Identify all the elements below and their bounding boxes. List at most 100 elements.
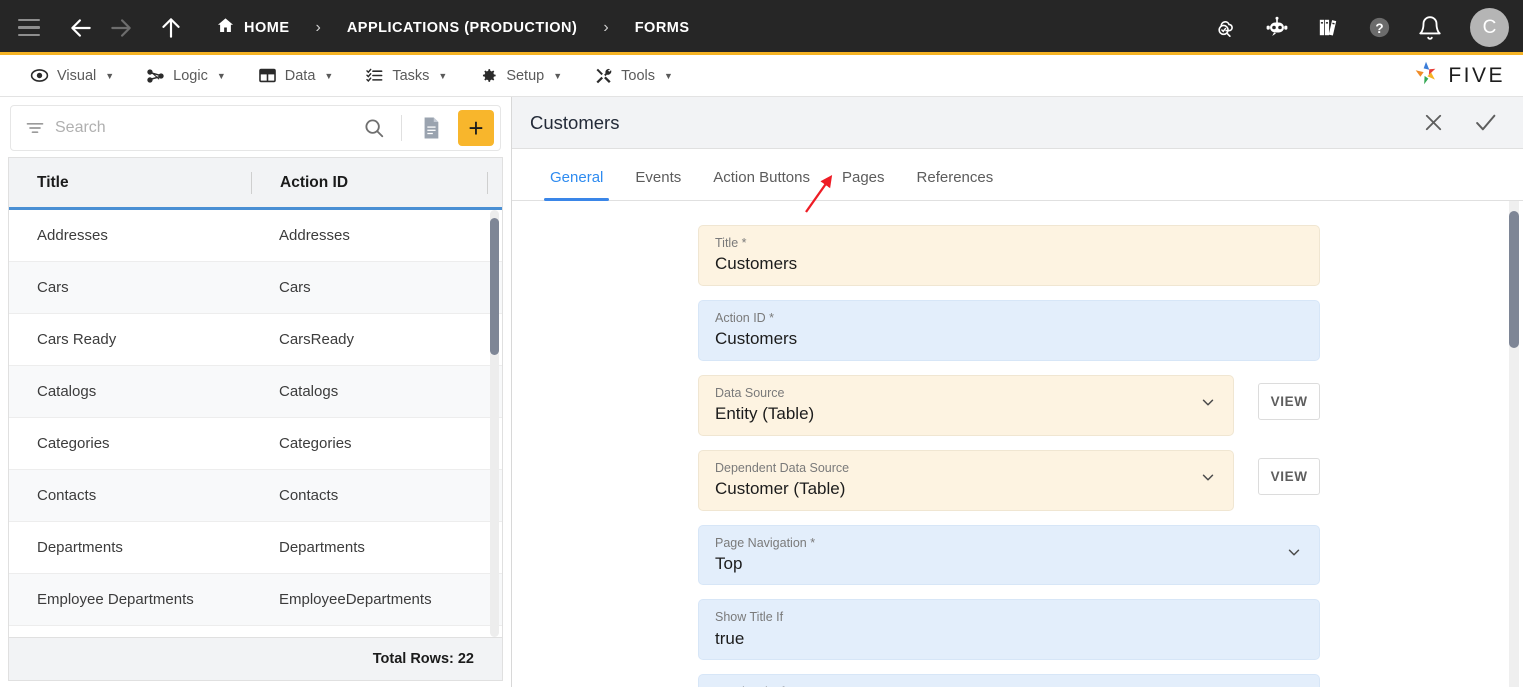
- cell-action-id: CarsReady: [279, 331, 355, 348]
- chevron-down-icon: ▼: [664, 70, 673, 81]
- table-row[interactable]: Employee Departments EmployeeDepartments: [9, 574, 502, 626]
- cell-title: Employee Departments: [37, 591, 194, 608]
- breadcrumb-item-forms[interactable]: FORMS: [635, 20, 690, 36]
- field-value: Entity (Table): [715, 404, 815, 424]
- search-box: +: [10, 105, 501, 151]
- help-icon[interactable]: ?: [1364, 13, 1394, 43]
- close-icon[interactable]: [1419, 109, 1447, 137]
- chevron-down-icon[interactable]: [1199, 469, 1217, 492]
- cloud-check-icon[interactable]: [1211, 13, 1241, 43]
- detail-header-actions: [1419, 109, 1499, 137]
- toolbar-divider: [401, 115, 402, 141]
- field-action-id[interactable]: Action ID * Customers: [698, 299, 1320, 361]
- eye-icon: [30, 66, 49, 85]
- brand-logo: FIVE: [1411, 58, 1505, 93]
- tools-icon: [594, 66, 613, 85]
- table-body: Addresses Addresses Cars Cars Cars Ready…: [9, 210, 502, 637]
- field-page-navigation[interactable]: Page Navigation * Top: [698, 524, 1320, 586]
- field-row-action-id: Action ID * Customers: [698, 299, 1320, 361]
- form-scrollbar-thumb[interactable]: [1509, 211, 1519, 348]
- filter-icon[interactable]: [25, 118, 45, 138]
- brand-name: FIVE: [1448, 63, 1505, 87]
- table-row[interactable]: Departments Departments: [9, 522, 502, 574]
- column-header-action-id[interactable]: Action ID: [252, 158, 487, 207]
- cell-title: Cars Ready: [37, 331, 117, 348]
- column-header-title[interactable]: Title: [9, 158, 251, 207]
- menu-item-setup[interactable]: Setup ▼: [463, 55, 578, 96]
- breadcrumb-item-home[interactable]: HOME: [216, 16, 290, 39]
- view-button-data-source[interactable]: VIEW: [1258, 382, 1320, 420]
- topbar-actions: ? C: [1211, 8, 1509, 47]
- table-row[interactable]: Categories Categories: [9, 418, 502, 470]
- search-icon[interactable]: [361, 115, 387, 141]
- menu-item-tools[interactable]: Tools ▼: [578, 55, 689, 96]
- field-row-dependent-data-source: Dependent Data Source Customer (Table) V…: [698, 449, 1320, 511]
- add-button[interactable]: +: [458, 110, 494, 146]
- table-row[interactable]: Contacts Contacts: [9, 470, 502, 522]
- field-dependent-data-source[interactable]: Dependent Data Source Customer (Table): [698, 449, 1235, 511]
- tab-references[interactable]: References: [901, 169, 1010, 200]
- chevron-down-icon: ▼: [216, 70, 226, 81]
- breadcrumb-separator: ›: [603, 18, 609, 36]
- menu-label-setup: Setup: [506, 67, 545, 84]
- field-show-title-if[interactable]: Show Title If true: [698, 599, 1320, 661]
- document-icon[interactable]: [416, 113, 446, 143]
- tab-general[interactable]: General: [534, 169, 619, 201]
- sidebar-scrollbar-thumb[interactable]: [490, 218, 499, 355]
- breadcrumb: HOME › APPLICATIONS (PRODUCTION) › FORMS: [216, 16, 690, 39]
- hamburger-menu-icon[interactable]: [18, 19, 40, 36]
- table-header-row: Title Action ID: [9, 158, 502, 210]
- arrow-left-icon[interactable]: [64, 11, 98, 45]
- menu-item-tasks[interactable]: Tasks ▼: [349, 55, 463, 96]
- table-row[interactable]: Addresses Addresses: [9, 210, 502, 262]
- arrow-up-icon[interactable]: [154, 11, 188, 45]
- field-value: Top: [715, 553, 743, 573]
- check-icon[interactable]: [1471, 109, 1499, 137]
- bell-icon[interactable]: [1415, 13, 1445, 43]
- field-read-only-if[interactable]: Read Only If false: [698, 674, 1320, 687]
- view-button-dependent-data-source[interactable]: VIEW: [1258, 457, 1320, 495]
- five-star-icon: [1411, 58, 1441, 93]
- chevron-down-icon[interactable]: [1285, 544, 1303, 567]
- field-title[interactable]: Title * Customers: [698, 225, 1320, 286]
- tab-action-buttons[interactable]: Action Buttons: [697, 169, 826, 200]
- field-label: Page Navigation *: [715, 535, 816, 550]
- menu-item-visual[interactable]: Visual ▼: [14, 55, 130, 96]
- chevron-down-icon[interactable]: [1199, 394, 1217, 417]
- cell-title: Departments: [37, 539, 123, 556]
- menu-label-tasks: Tasks: [392, 67, 430, 84]
- detail-tabs: General Events Action Buttons Pages Refe…: [512, 149, 1523, 201]
- records-table: Title Action ID Addresses Addresses Cars…: [8, 157, 503, 637]
- breadcrumb-label-forms: FORMS: [634, 19, 690, 36]
- breadcrumb-label-applications: APPLICATIONS (PRODUCTION): [346, 19, 578, 36]
- field-value: Customers: [715, 254, 798, 274]
- menu-item-data[interactable]: Data ▼: [242, 55, 350, 96]
- table-row[interactable]: Catalogs Catalogs: [9, 366, 502, 418]
- menu-item-logic[interactable]: Logic ▼: [130, 55, 242, 96]
- tab-events[interactable]: Events: [619, 169, 697, 200]
- cell-action-id: Categories: [279, 435, 352, 452]
- chevron-down-icon: ▼: [105, 70, 115, 81]
- main-menu-bar: Visual ▼ Logic ▼ Data ▼ Tasks ▼ Setup ▼ …: [0, 55, 1523, 97]
- robot-chat-icon[interactable]: [1262, 13, 1292, 43]
- menu-label-visual: Visual: [57, 67, 97, 84]
- node-graph-icon: [146, 66, 165, 85]
- form-area: Title * Customers Action ID * Customers …: [512, 201, 1523, 687]
- books-icon[interactable]: [1313, 13, 1343, 43]
- search-input[interactable]: [55, 119, 351, 137]
- field-label: Dependent Data Source: [715, 460, 850, 475]
- field-label: Show Title If: [715, 610, 784, 625]
- arrow-right-icon[interactable]: [104, 11, 138, 45]
- table-grid-icon: [258, 66, 277, 85]
- table-row[interactable]: Cars Ready CarsReady: [9, 314, 502, 366]
- cell-action-id: EmployeeDepartments: [279, 591, 432, 608]
- user-avatar[interactable]: C: [1470, 8, 1509, 47]
- breadcrumb-item-applications[interactable]: APPLICATIONS (PRODUCTION): [347, 20, 578, 36]
- field-data-source[interactable]: Data Source Entity (Table): [698, 374, 1235, 436]
- menu-label-tools: Tools: [621, 67, 655, 84]
- field-value: true: [715, 628, 745, 648]
- field-label: Title *: [715, 236, 747, 250]
- table-row[interactable]: Cars Cars: [9, 262, 502, 314]
- main-content: + Title Action ID Addresses Addresses: [0, 97, 1523, 687]
- tab-pages[interactable]: Pages: [826, 169, 901, 200]
